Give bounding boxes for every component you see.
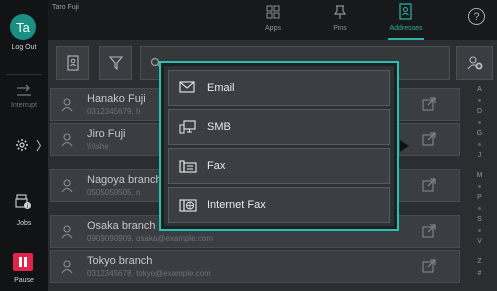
apps-grid-icon: [266, 5, 280, 19]
gear-icon[interactable]: [15, 138, 29, 152]
add-contact-button[interactable]: [456, 46, 493, 80]
user-avatar[interactable]: Ta: [10, 14, 36, 40]
address-book-filter-button[interactable]: [56, 46, 89, 80]
index-letter[interactable]: Z: [462, 258, 497, 265]
menu-item-internet-fax-label: Internet Fax: [207, 199, 266, 211]
contact-name: Hanako Fuji: [87, 93, 146, 105]
send-type-popup: Email SMB Fax Internet Fax: [159, 61, 399, 231]
popup-menu: Email SMB Fax Internet Fax: [164, 66, 394, 226]
menu-item-smb-label: SMB: [207, 121, 231, 133]
contact-name: Osaka branch: [87, 220, 156, 232]
envelope-icon: [179, 81, 195, 93]
tab-addresses[interactable]: Addresses: [382, 0, 430, 40]
person-icon: [61, 225, 73, 239]
filter-button[interactable]: [99, 46, 132, 80]
index-letter[interactable]: A: [462, 86, 497, 93]
filter-funnel-icon: [108, 56, 123, 70]
index-letter[interactable]: S: [462, 216, 497, 223]
person-icon: [61, 179, 73, 193]
person-icon: [61, 133, 73, 147]
index-dot: [478, 207, 481, 210]
pause-button[interactable]: [13, 253, 33, 271]
open-details-icon[interactable]: [422, 178, 436, 192]
menu-item-email-label: Email: [207, 82, 235, 94]
jobs-label[interactable]: Jobs: [0, 220, 48, 227]
index-letter[interactable]: V: [462, 238, 497, 245]
contact-detail: 0312345678, tokyo@example.com: [87, 269, 211, 278]
contact-detail: 0312345679, h: [87, 107, 141, 116]
help-button[interactable]: ?: [468, 8, 485, 25]
index-letter[interactable]: J: [462, 152, 497, 159]
tab-addresses-label: Addresses: [389, 25, 423, 32]
contact-name: Jiro Fuji: [87, 128, 126, 140]
logout-label[interactable]: Log Out: [0, 44, 48, 51]
menu-item-fax-label: Fax: [207, 160, 226, 172]
index-dot: [478, 185, 481, 188]
contact-name: Tokyo branch: [87, 255, 153, 267]
interrupt-icon[interactable]: [16, 84, 32, 98]
open-details-icon[interactable]: [422, 97, 436, 111]
tab-apps-label: Apps: [265, 25, 281, 32]
contact-detail: 0909090909, osaka@example.com: [87, 234, 213, 243]
tab-pins-label: Pins: [333, 25, 347, 32]
address-book-icon: [399, 3, 412, 20]
index-dot: [478, 99, 481, 102]
contact-row[interactable]: Tokyo branch 0312345678, tokyo@example.c…: [50, 250, 460, 283]
signed-in-user-name: Taro Fuji: [52, 4, 79, 11]
menu-item-email[interactable]: Email: [168, 70, 390, 106]
contact-detail: 0505050505, n: [87, 188, 141, 197]
pause-label[interactable]: Pause: [0, 277, 48, 284]
settings-chevron-icon[interactable]: 〉: [36, 137, 48, 154]
contact-detail: \\\\she: [87, 142, 109, 151]
contact-name: Nagoya branch: [87, 174, 162, 186]
person-icon: [61, 260, 73, 274]
jobs-icon[interactable]: i: [15, 194, 32, 210]
person-icon: [61, 98, 73, 112]
tab-apps[interactable]: Apps: [249, 0, 297, 40]
menu-item-smb[interactable]: SMB: [168, 109, 390, 145]
svg-text:i: i: [27, 204, 28, 210]
interrupt-label[interactable]: Interrupt: [0, 102, 48, 109]
pin-icon: [333, 5, 347, 19]
index-letter[interactable]: P: [462, 194, 497, 201]
index-dot: [478, 121, 481, 124]
open-details-icon[interactable]: [422, 132, 436, 146]
add-person-icon: [467, 56, 482, 70]
address-book-icon: [66, 55, 79, 71]
index-dot: [478, 229, 481, 232]
computer-network-icon: [179, 120, 196, 134]
fax-icon: [179, 160, 197, 173]
internet-fax-icon: [179, 199, 197, 212]
index-letter[interactable]: G: [462, 130, 497, 137]
index-letter[interactable]: M: [462, 172, 497, 179]
rail-divider: [6, 74, 42, 75]
index-dot: [478, 143, 481, 146]
open-details-icon[interactable]: [422, 224, 436, 238]
popup-pointer: [400, 140, 409, 152]
menu-item-internet-fax[interactable]: Internet Fax: [168, 187, 390, 223]
index-letter[interactable]: #: [462, 270, 497, 277]
menu-item-fax[interactable]: Fax: [168, 148, 390, 184]
index-letter[interactable]: D: [462, 108, 497, 115]
tab-pins[interactable]: Pins: [316, 0, 364, 40]
open-details-icon[interactable]: [422, 259, 436, 273]
